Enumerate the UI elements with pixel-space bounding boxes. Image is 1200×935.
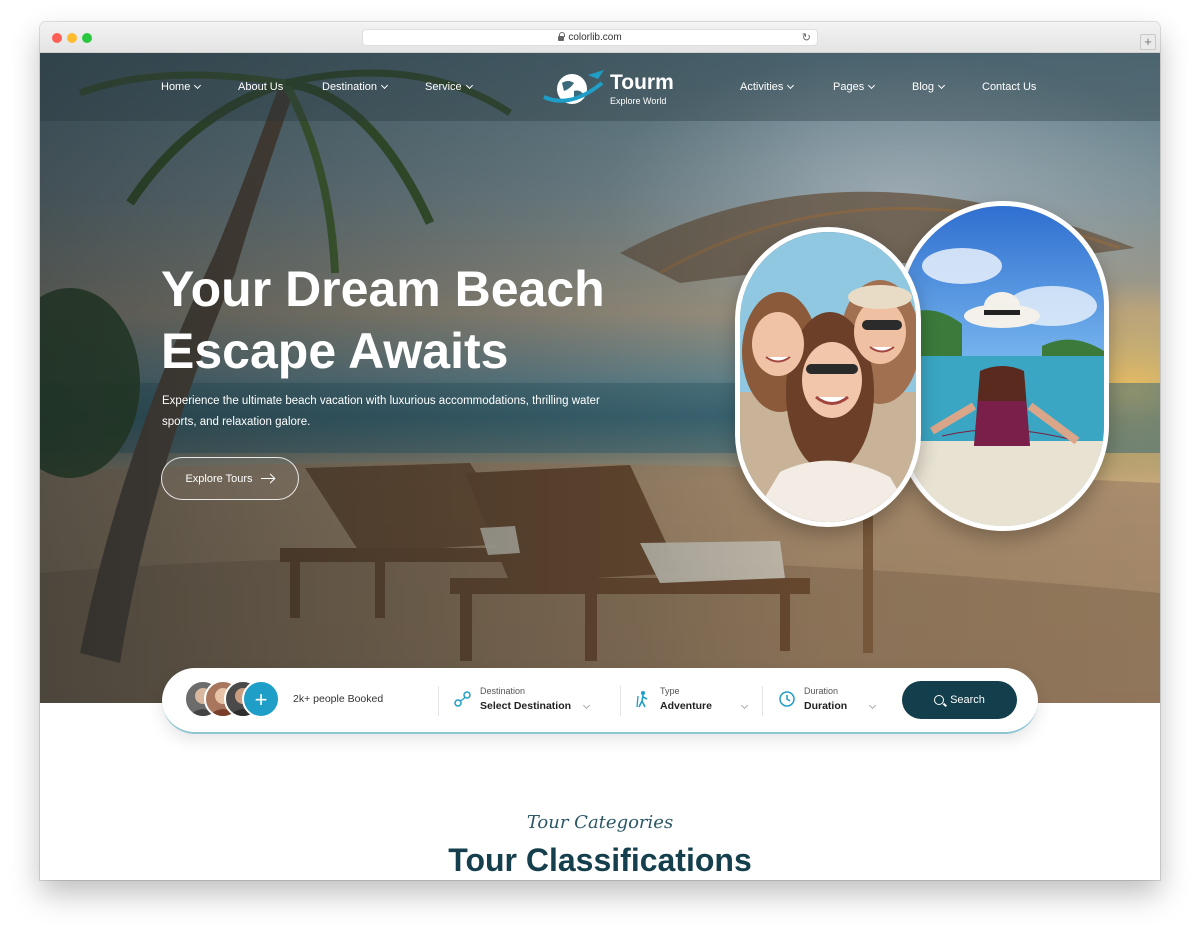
clock-icon [779,691,795,707]
destination-label: Destination [480,686,526,696]
nav-item-label: Destination [322,81,378,93]
duration-value: Duration [804,700,848,712]
search-button[interactable]: Search [902,681,1017,719]
add-people-icon[interactable]: + [242,680,280,718]
nav-item-label: Service [425,81,462,93]
chevron-down-icon [937,81,946,89]
nav-item-destination[interactable]: Destination [322,81,389,93]
beach-woman-image [902,206,1104,526]
close-window-button[interactable] [52,33,62,43]
destination-select[interactable]: Destination Select Destination [454,684,604,720]
chevron-down-icon [582,701,591,710]
route-icon [454,691,471,707]
nav-item-pages[interactable]: Pages [833,81,876,93]
chevron-down-icon [194,81,202,89]
globe-plane-icon [543,70,604,104]
browser-titlebar: colorlib.com ↻ + [40,22,1160,53]
nav-item-label: About Us [238,81,284,93]
hero-title: Your Dream Beach Escape Awaits [161,258,681,382]
section-subtitle: Tour Categories [526,812,674,833]
browser-window: colorlib.com ↻ + Home About Us Destinati… [40,22,1160,880]
tour-search-panel: + 2k+ people Booked Destination Select D… [162,668,1038,734]
explore-tours-button[interactable]: Explore Tours [161,457,299,500]
nav-item-label: Home [161,81,191,93]
type-select[interactable]: Type Adventure [634,684,754,720]
hero-title-line-1: Your Dream Beach [161,261,605,317]
chevron-down-icon [465,81,473,89]
search-icon [934,695,945,705]
chevron-down-icon [740,701,749,710]
nav-item-activities[interactable]: Activities [740,81,795,93]
reload-icon[interactable]: ↻ [802,31,811,44]
duration-select[interactable]: Duration Duration [778,684,888,720]
friends-selfie-image [740,232,916,522]
main-navigation: Home About Us Destination Service Tourm … [40,53,1160,121]
hero-title-line-2: Escape Awaits [161,323,509,379]
people-booked-text: 2k+ people Booked [293,693,384,705]
chevron-down-icon [868,701,877,710]
nav-item-blog[interactable]: Blog [912,81,946,93]
duration-label: Duration [804,686,839,696]
nav-item-about-us[interactable]: About Us [238,81,283,93]
divider [762,686,763,716]
nav-item-label: Blog [912,81,935,93]
beach-woman-photo [897,201,1109,531]
friends-selfie-photo [735,227,921,527]
explore-tours-label: Explore Tours [185,472,253,485]
hero-section: Home About Us Destination Service Tourm … [40,53,1160,703]
nav-item-service[interactable]: Service [425,81,473,93]
brand-logo[interactable]: Tourm Explore World [540,67,680,109]
maximize-window-button[interactable] [82,33,92,43]
chevron-down-icon [787,81,795,89]
address-bar[interactable]: colorlib.com ↻ [362,29,818,46]
hero-description: Experience the ultimate beach vacation w… [162,395,600,428]
minimize-window-button[interactable] [67,33,77,43]
arrow-right-icon [260,474,275,484]
type-label: Type [660,686,680,696]
url-text: colorlib.com [568,32,622,43]
brand-name: Tourm [610,71,674,94]
brand-tagline: Explore World [610,96,667,106]
new-tab-button[interactable]: + [1140,34,1156,50]
search-button-label: Search [950,694,985,706]
booked-avatars: + [184,680,284,722]
chevron-down-icon [868,81,876,89]
destination-value: Select Destination [480,700,572,712]
nav-item-contact-us[interactable]: Contact Us [982,81,1036,93]
section-title: Tour Classifications [448,842,752,878]
nav-item-label: Pages [833,81,865,93]
divider [438,686,439,716]
divider [620,686,621,716]
hiker-icon [636,691,648,708]
nav-item-label: Activities [740,81,784,93]
type-value: Adventure [660,700,712,712]
lock-icon [558,32,566,41]
nav-item-label: Contact Us [982,81,1037,93]
nav-item-home[interactable]: Home [161,81,202,93]
chevron-down-icon [381,81,389,89]
